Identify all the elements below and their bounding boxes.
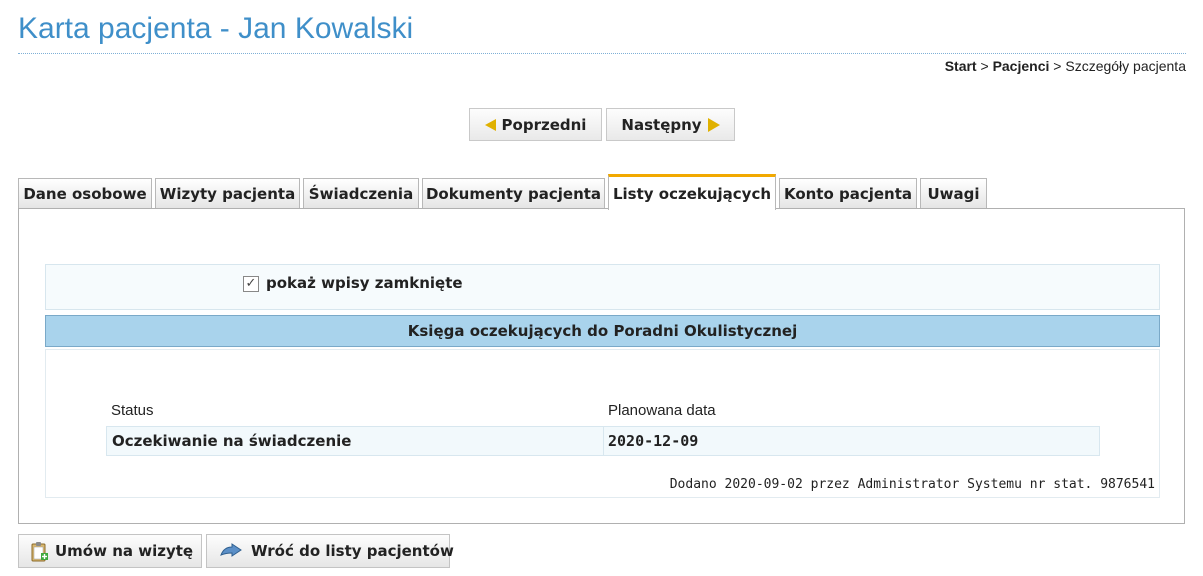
tab-label: Wizyty pacjenta: [159, 185, 296, 203]
tab-personal-data[interactable]: Dane osobowe: [18, 178, 152, 209]
breadcrumb-separator: >: [1049, 58, 1066, 74]
waitlist-entry: Status Planowana data Oczekiwanie na świ…: [45, 349, 1160, 498]
tab-patient-account[interactable]: Konto pacjenta: [779, 178, 917, 209]
filter-box: ✓ pokaż wpisy zamknięte: [45, 264, 1160, 310]
breadcrumb-current: Szczegóły pacjenta: [1065, 58, 1186, 74]
show-closed-label[interactable]: pokaż wpisy zamknięte: [266, 274, 463, 292]
breadcrumb-separator: >: [976, 58, 993, 74]
tab-patient-documents[interactable]: Dokumenty pacjenta: [422, 178, 605, 209]
tab-label: Dokumenty pacjenta: [425, 185, 602, 203]
tab-label: Uwagi: [927, 185, 980, 203]
added-info: Dodano 2020-09-02 przez Administrator Sy…: [669, 477, 1155, 492]
previous-patient-label: Poprzedni: [501, 115, 587, 134]
table-row: Oczekiwanie na świadczenie 2020-12-09: [106, 426, 1100, 456]
previous-patient-button[interactable]: Poprzedni: [469, 108, 602, 141]
column-header-status: Status: [111, 402, 154, 419]
status-cell: Oczekiwanie na świadczenie: [112, 432, 352, 450]
next-patient-label: Następny: [621, 115, 702, 134]
breadcrumb-patients-link[interactable]: Pacjenci: [993, 58, 1050, 74]
arrow-left-icon: [484, 118, 496, 131]
breadcrumb-start-link[interactable]: Start: [945, 58, 977, 74]
clipboard-add-icon: [31, 541, 48, 562]
tab-notes[interactable]: Uwagi: [920, 178, 987, 209]
tab-label: Świadczenia: [308, 185, 414, 203]
page-title: Karta pacjenta - Jan Kowalski: [18, 12, 414, 45]
next-patient-button[interactable]: Następny: [606, 108, 735, 141]
tab-label: Konto pacjenta: [783, 185, 913, 203]
tab-content-panel: ✓ pokaż wpisy zamknięte Księga oczekując…: [18, 208, 1185, 524]
breadcrumb: Start > Pacjenci > Szczegóły pacjenta: [945, 58, 1186, 74]
waitlist-title: Księga oczekujących do Poradni Okulistyc…: [45, 315, 1160, 347]
book-visit-button[interactable]: Umów na wizytę: [18, 534, 202, 568]
column-header-planned-date: Planowana data: [608, 402, 716, 419]
planned-date-cell: 2020-12-09: [603, 427, 1100, 455]
book-visit-label: Umów na wizytę: [55, 542, 194, 560]
tab-label: Dane osobowe: [23, 185, 147, 203]
show-closed-checkbox[interactable]: ✓: [243, 276, 259, 292]
title-divider: [18, 53, 1186, 54]
tab-patient-visits[interactable]: Wizyty pacjenta: [155, 178, 300, 209]
back-arrow-icon: [219, 543, 243, 559]
tab-services[interactable]: Świadczenia: [303, 178, 419, 209]
tab-waiting-lists[interactable]: Listy oczekujących: [608, 174, 776, 210]
arrow-right-icon: [707, 117, 720, 132]
back-to-patients-button[interactable]: Wróć do listy pacjentów: [206, 534, 454, 568]
back-to-patients-label: Wróć do listy pacjentów: [251, 542, 454, 560]
tab-label: Listy oczekujących: [612, 184, 772, 203]
